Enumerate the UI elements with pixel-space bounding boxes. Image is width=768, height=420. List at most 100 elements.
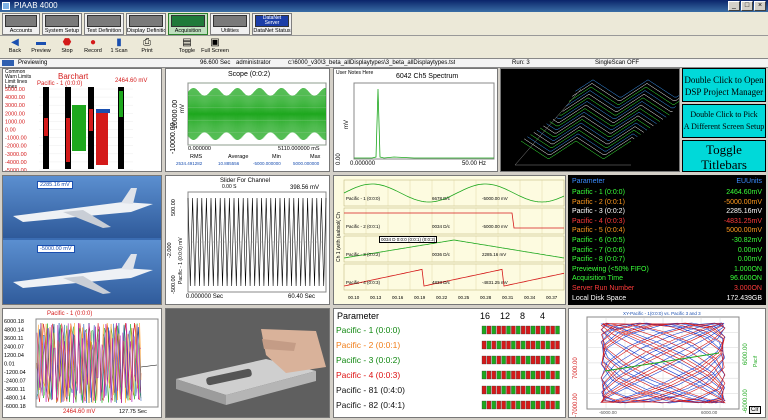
led-bit-cell bbox=[545, 340, 550, 350]
waterfall-3d-panel[interactable] bbox=[500, 68, 680, 172]
barchart-y-tick: -2000.00 bbox=[5, 144, 27, 150]
scope-stat-rms: 2534.491282 bbox=[176, 161, 203, 166]
toggle-button[interactable]: ▤ Toggle bbox=[174, 37, 200, 57]
param-table-row: Pacific - 2 (0:0:1) -5000.00mV bbox=[572, 198, 762, 208]
strip-row-code: 0034 D/c bbox=[432, 224, 451, 229]
window-titlebar: PIAAB 4000 _ □ × bbox=[0, 0, 768, 12]
led-bit-cell bbox=[491, 400, 496, 410]
led-bit-cell bbox=[555, 370, 560, 380]
strip-row-channel: Pacific - 2 (0:0:1) bbox=[346, 224, 381, 229]
led-bit-cell bbox=[525, 385, 531, 395]
scope-x-right: 5110.000000 mS bbox=[278, 146, 320, 152]
led-bit-cell bbox=[540, 340, 545, 350]
close-button[interactable]: × bbox=[754, 1, 766, 11]
scope-stat-max: 5000.000000 bbox=[293, 161, 320, 166]
led-bit-cell bbox=[535, 400, 541, 410]
preview-icon: ▬ bbox=[36, 37, 46, 48]
param-table-row: Server Run Number 3.000ON bbox=[572, 284, 762, 294]
pick-screen-setup-button[interactable]: Double Click to Pick A Different Screen … bbox=[682, 104, 766, 138]
parameter-table[interactable]: Parameter EUUnits Pacific - 1 (0:0:0) 246… bbox=[568, 175, 766, 305]
test-definition-icon bbox=[87, 15, 121, 27]
led-bit-cell bbox=[535, 370, 541, 380]
time-plot-y-tick: -2400.07 bbox=[4, 379, 26, 385]
led-bit-cell bbox=[491, 325, 496, 335]
photo-panel[interactable] bbox=[165, 308, 330, 418]
toggle-icon: ▤ bbox=[182, 37, 192, 48]
strip-x-tick: 00.25 bbox=[458, 295, 470, 300]
barchart-panel[interactable]: Common Warn Limits Limit lines Lines Bar… bbox=[2, 68, 162, 172]
led-bit-cell bbox=[511, 370, 516, 380]
waterfall-3d-plot bbox=[514, 79, 679, 166]
record-icon: ● bbox=[89, 37, 97, 48]
time-plot-panel[interactable]: Pacific - 1 (0:0:0) 6000.18 4800.14 3600.1… bbox=[2, 308, 162, 418]
led-bit-cell bbox=[530, 400, 536, 410]
led-bit-cell bbox=[491, 385, 496, 395]
bit-led-panel[interactable]: Parameter 16 12 8 4 Pacific - 1 (0:0:0) P… bbox=[333, 308, 566, 418]
strip-x-tick: 00.28 bbox=[480, 295, 492, 300]
led-bit-cell bbox=[521, 370, 526, 380]
led-bit-cell bbox=[525, 325, 531, 335]
nav-utilities-button[interactable]: Utilities bbox=[210, 13, 250, 35]
open-dsp-project-manager-button[interactable]: Double Click to Open DSP Project Manager bbox=[682, 68, 766, 102]
time-plot-y-tick: -1200.04 bbox=[4, 370, 26, 376]
nav-acquisition-button[interactable]: Acquisition bbox=[168, 13, 208, 35]
nav-display-definition-button[interactable]: Display Definition bbox=[126, 13, 166, 35]
led-bit-cell bbox=[525, 370, 531, 380]
led-bit-cell bbox=[511, 400, 516, 410]
led-bit-cell bbox=[481, 400, 487, 410]
scope-panel[interactable]: Scope (0:0:2) 10000.00 -10000.00 mV 0.00… bbox=[165, 68, 330, 172]
slider-panel[interactable]: Slider For Channel 0.00 S 398.56 mV 500.… bbox=[165, 175, 330, 305]
led-bit-cell bbox=[486, 355, 492, 365]
led-bit-cell bbox=[501, 385, 506, 395]
spectrum-panel[interactable]: User Notes Here 6042 Ch5 Spectrum 0.00 m… bbox=[333, 68, 498, 172]
strip-row-channel: Pacific - 4 (0:0:3) bbox=[346, 280, 381, 285]
back-button[interactable]: ◀ Back bbox=[2, 37, 28, 57]
strip-chart-panel[interactable]: Ch 1 (with (aabsol( Ch Pacific - 1 (0:0:… bbox=[333, 175, 566, 305]
strip-row-value: 2285.16 mV bbox=[482, 252, 507, 257]
spectrum-x-right: 50.00 Hz bbox=[462, 161, 487, 167]
waterfall-trace bbox=[556, 101, 667, 119]
led-bit-cell bbox=[501, 325, 506, 335]
xy-clear-button[interactable]: Clr bbox=[749, 406, 761, 414]
strip-x-tick: 00.31 bbox=[502, 295, 514, 300]
record-button[interactable]: ● Record bbox=[80, 37, 106, 57]
print-button[interactable]: ⎙ Print bbox=[134, 37, 160, 57]
strip-x-tick: 00.19 bbox=[414, 295, 426, 300]
nav-system-setup-button[interactable]: System Setup bbox=[42, 13, 82, 35]
nav-test-definition-button[interactable]: Test Definition bbox=[84, 13, 124, 35]
led-bit-cell bbox=[555, 400, 560, 410]
led-bit-cell bbox=[525, 400, 531, 410]
minimize-button[interactable]: _ bbox=[728, 1, 740, 11]
led-bit-cell bbox=[521, 385, 526, 395]
xy-plot-panel[interactable]: XY-Pacific - 1(0:0:0) vs. Pacific 3 and … bbox=[568, 308, 766, 418]
scope-stat-rms-label: RMS bbox=[190, 154, 203, 160]
stop-button[interactable]: ⬣ Stop bbox=[54, 37, 80, 57]
full-screen-button[interactable]: ▣ Full Screen bbox=[200, 37, 230, 57]
time-plot-y-tick: -4800.14 bbox=[4, 396, 26, 402]
status-time: 96.600 Sec bbox=[200, 60, 231, 66]
led-bit-cell bbox=[491, 370, 496, 380]
strip-x-tick: 00.16 bbox=[392, 295, 404, 300]
led-bit-cell bbox=[540, 325, 545, 335]
preview-button[interactable]: ▬ Preview bbox=[28, 37, 54, 57]
led-bit-cell bbox=[506, 340, 511, 350]
toggle-titlebars-button[interactable]: Toggle Titlebars bbox=[682, 140, 766, 172]
led-bit-cell bbox=[525, 355, 531, 365]
stop-icon: ⬣ bbox=[62, 37, 72, 48]
led-bit-cell bbox=[550, 400, 555, 410]
acquisition-icon bbox=[171, 15, 205, 27]
spectrum-x-left: 0.000000 bbox=[350, 161, 376, 167]
barchart-y-tick: -4000.00 bbox=[5, 160, 27, 166]
image-overlay-value-1: 2285.16 mV bbox=[37, 181, 73, 189]
nav-accounts-button[interactable]: Accounts bbox=[2, 13, 40, 35]
one-scan-button[interactable]: ▮ 1 Scan bbox=[106, 37, 132, 57]
strip-x-tick: 00.13 bbox=[370, 295, 382, 300]
led-bit-cell bbox=[506, 370, 511, 380]
slider-x-left: 0.000000 Sec bbox=[186, 294, 224, 300]
image-overlay-value-2: -5000.00 mV bbox=[37, 245, 75, 253]
nav-datanet-status-button[interactable]: DataNet Server DataNet Status bbox=[252, 13, 292, 35]
image-panel[interactable]: 2285.16 mV -5000.00 mV bbox=[2, 175, 162, 305]
maximize-button[interactable]: □ bbox=[741, 1, 753, 11]
barchart-y-tick: 2000.00 bbox=[5, 111, 25, 117]
led-bit-cell bbox=[545, 385, 550, 395]
